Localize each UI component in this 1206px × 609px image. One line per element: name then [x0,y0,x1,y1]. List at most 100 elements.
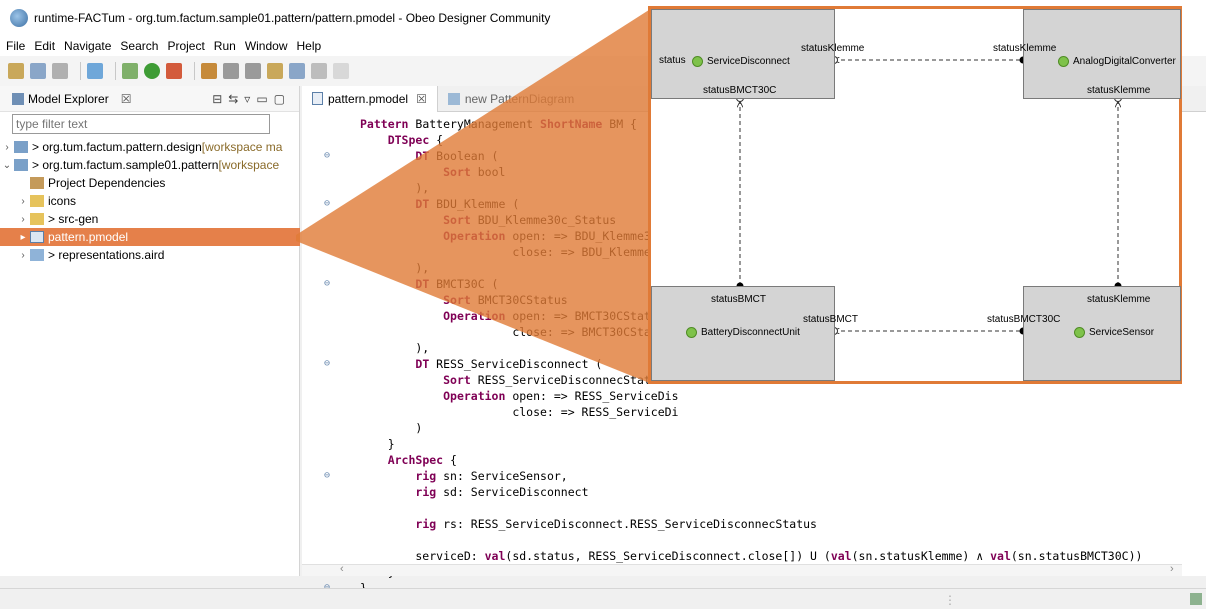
menu-project[interactable]: Project [167,39,204,53]
menu-search[interactable]: Search [120,39,158,53]
tree-item-label: > representations.aird [48,248,165,262]
code-line[interactable]: DTSpec { [360,132,443,148]
external-tools-icon[interactable] [166,63,182,79]
code-line[interactable]: Operation open: => RESS_ServiceDis [360,388,678,404]
port-label-ss-bmct30c: statusBMCT30C [987,314,1061,325]
code-line[interactable]: Sort BDU_Klemme30c_Status [360,212,616,228]
tree-item-sample01-pattern[interactable]: ⌄ > org.tum.factum.sample01.pattern [wor… [0,156,300,174]
library-icon [30,177,44,189]
folder-icon [30,213,44,225]
expand-icon[interactable]: › [0,142,14,153]
port-label-bdu-bmct-right: statusBMCT [803,314,859,325]
code-line[interactable]: close: => BDU_Klemme30c_ [360,244,678,260]
filter-input[interactable] [12,114,270,134]
close-icon[interactable]: ☒ [121,92,132,106]
code-line[interactable]: } [360,436,395,452]
toolbar-separator [80,62,81,80]
forward-icon[interactable] [289,63,305,79]
code-line[interactable]: ArchSpec { [360,452,457,468]
code-line[interactable]: rig rs: RESS_ServiceDisconnect.RESS_Serv… [360,516,817,532]
settings-icon[interactable] [122,63,138,79]
save-icon[interactable] [30,63,46,79]
tree-item-src-gen[interactable]: › > src-gen [0,210,300,228]
menu-file[interactable]: File [6,39,25,53]
next-icon[interactable] [311,63,327,79]
model-explorer-header: Model Explorer ☒ ⊟⇆▿▭▢ [0,86,299,112]
run-icon[interactable] [144,63,160,79]
component-icon [686,327,697,338]
new-icon[interactable] [8,63,24,79]
scroll-left-icon[interactable]: ‹ [340,563,344,575]
code-line[interactable]: close: => BMCT30CStatus [360,324,671,340]
window-title: runtime-FACTum - org.tum.factum.sample01… [34,11,551,25]
expand-icon[interactable]: ▸ [16,232,30,243]
fold-icon[interactable]: ⊖ [324,150,330,161]
back-icon[interactable] [267,63,283,79]
model-explorer-title: Model Explorer [28,91,109,106]
close-icon[interactable]: ☒ [416,92,427,106]
model-explorer-panel: Model Explorer ☒ ⊟⇆▿▭▢ › > org.tum.factu… [0,86,300,576]
code-line[interactable]: Operation open: => BDU_Klemme30c_S [360,228,678,244]
code-line[interactable]: ) [360,420,422,436]
tree-item-pattern-design[interactable]: › > org.tum.factum.pattern.design [works… [0,138,300,156]
port-label-sd-bmct30c: statusBMCT30C [703,85,777,96]
fold-icon[interactable]: ⊖ [324,198,330,209]
code-line[interactable]: DT Boolean ( [360,148,498,164]
menu-edit[interactable]: Edit [34,39,55,53]
notifications-icon[interactable] [1190,593,1202,605]
code-line[interactable]: ), [360,260,429,276]
code-line[interactable]: rig sn: ServiceSensor, [360,468,567,484]
port-label-status: status [659,55,686,66]
code-line[interactable]: ), [360,180,429,196]
pin-icon[interactable] [333,63,349,79]
fold-icon[interactable]: ⊖ [324,358,330,369]
tab-label: pattern.pmodel [328,91,409,106]
toolbar-separator [115,62,116,80]
menu-help[interactable]: Help [297,39,322,53]
port-label-bdu-bmct-top: statusBMCT [711,294,767,305]
code-line[interactable]: Pattern BatteryManagement ShortName BM { [360,116,637,132]
expand-icon[interactable]: › [16,196,30,207]
menu-run[interactable]: Run [214,39,236,53]
code-line[interactable]: serviceD: val(sd.status, RESS_ServiceDis… [360,548,1142,564]
code-line[interactable]: ), [360,340,429,356]
code-line[interactable]: Sort RESS_ServiceDisconnecStatus [360,372,665,388]
file-icon [30,249,44,261]
menu-navigate[interactable]: Navigate [64,39,111,53]
code-line[interactable]: Sort BMCT30CStatus [360,292,568,308]
code-line[interactable]: rig sd: ServiceDisconnect [360,484,588,500]
debug-icon[interactable] [87,63,103,79]
file-icon [312,92,323,105]
previous-annotation-icon[interactable] [245,63,261,79]
code-line[interactable]: DT RESS_ServiceDisconnect ( [360,356,602,372]
code-line[interactable]: DT BMCT30C ( [360,276,498,292]
horizontal-scrollbar[interactable]: ‹ › [302,563,1182,576]
tree-item-project-dependencies[interactable]: Project Dependencies [0,174,300,192]
code-line[interactable]: Sort bool [360,164,505,180]
code-line[interactable]: DT BDU_Klemme ( [360,196,519,212]
tab-new-pattern-diagram[interactable]: new PatternDiagram [438,86,584,112]
tree-item-label: Project Dependencies [48,176,166,190]
annotation-icon[interactable] [223,63,239,79]
tree-item-label: > org.tum.factum.pattern.design [32,140,202,154]
fold-icon[interactable]: ⊖ [324,278,330,289]
tree-item-icons[interactable]: › icons [0,192,300,210]
scroll-right-icon[interactable]: › [1170,563,1174,575]
expand-icon[interactable]: › [16,214,30,225]
code-line[interactable]: close: => RESS_ServiceDi [360,404,678,420]
pen-icon[interactable] [201,63,217,79]
tree-item-decoration: [workspace ma [201,140,283,154]
view-menu-icons[interactable]: ⊟⇆▿▭▢ [212,92,291,106]
expand-icon[interactable]: › [16,250,30,261]
code-line[interactable]: Operation open: => BMCT30CStatus, [360,308,671,324]
menu-window[interactable]: Window [245,39,288,53]
tree-item-representations[interactable]: › > representations.aird [0,246,300,264]
node-name: ServiceDisconnect [692,56,790,67]
collapse-icon[interactable]: ⌄ [0,160,14,171]
tab-pattern-pmodel[interactable]: pattern.pmodel ☒ [302,85,438,112]
save-all-icon[interactable] [52,63,68,79]
tree-item-pattern-pmodel[interactable]: ▸ pattern.pmodel [0,228,300,246]
node-name: BatteryDisconnectUnit [686,327,800,338]
component-icon [1058,56,1069,67]
fold-icon[interactable]: ⊖ [324,470,330,481]
